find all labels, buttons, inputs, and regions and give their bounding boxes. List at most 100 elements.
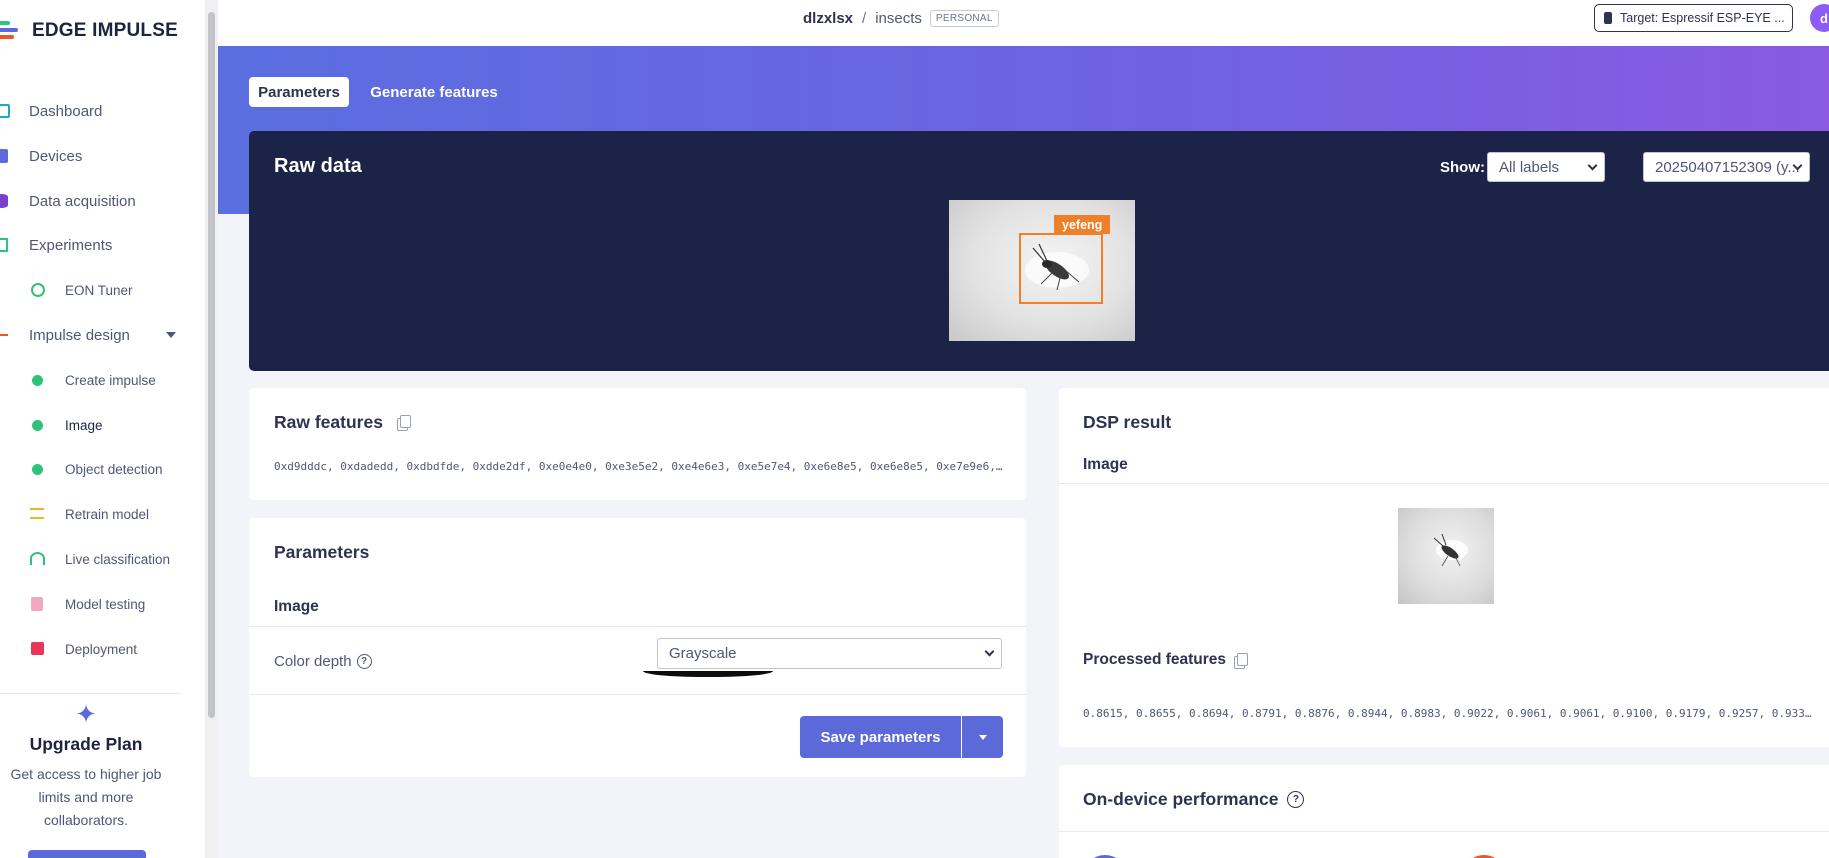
database-icon [0, 194, 8, 208]
sidebar-item-label: Data acquisition [29, 192, 136, 210]
raw-data-title: Raw data [274, 155, 362, 177]
shuffle-icon [30, 508, 44, 519]
breadcrumb-separator: / [862, 10, 867, 27]
dsp-result-title: DSP result [1083, 412, 1172, 432]
clipboard-icon [31, 597, 43, 611]
divider [249, 694, 1026, 695]
sidebar-item-label: Object detection [65, 461, 163, 477]
edge-impulse-logo-icon [0, 19, 24, 43]
device-chip-icon [1604, 12, 1612, 24]
bounding-box-label: yefeng [1054, 215, 1111, 234]
processed-features-title: Processed features [1083, 651, 1227, 668]
brand-name: EDGE IMPULSE [32, 20, 178, 41]
sidebar-item-label: Dashboard [29, 102, 103, 120]
flask-grid-icon [0, 238, 8, 252]
parameters-title: Parameters [274, 542, 370, 562]
top-header: dlzxlsx / insects PERSONAL Target: Espre… [218, 0, 1829, 46]
save-parameters-button[interactable]: Save parameters [800, 716, 961, 758]
scrollbar-thumb[interactable] [208, 12, 215, 718]
help-icon[interactable]: ? [1287, 791, 1305, 808]
sidebar-item-label: Devices [29, 147, 83, 165]
project-type-badge: PERSONAL [929, 10, 999, 27]
color-depth-label: Color depth ? [274, 653, 372, 670]
chip-icon [0, 149, 8, 163]
chevron-down-icon [978, 734, 987, 740]
sidebar-scrollbar[interactable] [205, 0, 218, 858]
sparkle-icon: ✦ [75, 699, 97, 729]
sidebar-item-devices[interactable]: Devices [0, 141, 190, 171]
nodes-icon [30, 552, 45, 565]
upgrade-button[interactable] [28, 850, 146, 858]
project-name-link[interactable]: insects [875, 10, 922, 27]
pulse-icon [0, 334, 8, 336]
on-device-performance-card: On-device performance ? [1059, 765, 1829, 858]
sidebar-item-dashboard[interactable]: Dashboard [0, 96, 190, 126]
avatar[interactable]: d [1810, 4, 1829, 32]
copy-icon[interactable] [397, 415, 411, 431]
parameters-section-title: Image [274, 598, 319, 615]
sidebar-item-impulse-design[interactable]: Impulse design [0, 320, 190, 350]
sample-select[interactable]: 20250407152309 (y... [1643, 152, 1810, 182]
sidebar-item-retrain-model[interactable]: Retrain model [0, 499, 190, 529]
sidebar-item-label: Model testing [65, 596, 146, 612]
tab-parameters[interactable]: Parameters [249, 77, 349, 107]
sidebar-item-label: Impulse design [29, 326, 130, 344]
sample-image: yefeng [949, 200, 1135, 341]
tab-generate-features[interactable]: Generate features [362, 77, 506, 107]
label-filter-select[interactable]: All labels [1487, 152, 1605, 182]
sidebar-item-experiments[interactable]: Experiments [0, 230, 190, 260]
color-depth-value: Grayscale [669, 645, 737, 662]
copy-icon[interactable] [1234, 653, 1248, 669]
sidebar-item-label: Image [65, 417, 103, 433]
insect-image [1433, 533, 1468, 567]
processed-features-values: 0.8615, 0.8655, 0.8694, 0.8791, 0.8876, … [1083, 707, 1812, 720]
sidebar-item-label: Create impulse [65, 372, 156, 388]
chevron-down-icon [1587, 160, 1598, 171]
sidebar-item-eon-tuner[interactable]: EON Tuner [0, 275, 190, 305]
processed-image [1398, 508, 1494, 604]
sidebar-item-label: Retrain model [65, 506, 150, 522]
show-label: Show: [1440, 159, 1485, 176]
compass-icon [31, 283, 45, 297]
breadcrumb: dlzxlsx / insects PERSONAL [803, 10, 999, 27]
chevron-down-icon[interactable] [166, 332, 176, 338]
sidebar-divider [0, 693, 180, 694]
sidebar-item-object-detection[interactable]: Object detection [0, 454, 190, 484]
sidebar-item-label: EON Tuner [65, 282, 133, 298]
divider [249, 626, 1026, 627]
brand-logo[interactable]: EDGE IMPULSE [0, 16, 178, 46]
monitor-icon [0, 104, 10, 118]
upgrade-title: Upgrade Plan [29, 734, 143, 754]
chevron-down-icon [984, 646, 995, 657]
raw-data-panel: Raw data Show: All labels 20250407152309… [249, 131, 1829, 371]
dsp-result-card: DSP result Image Processed features 0.86… [1059, 388, 1829, 747]
sidebar-item-label: Live classification [65, 551, 171, 567]
on-device-performance-title: On-device performance [1083, 789, 1279, 809]
color-depth-select[interactable]: Grayscale [657, 638, 1002, 669]
divider [1059, 483, 1829, 484]
sidebar-item-model-testing[interactable]: Model testing [0, 589, 190, 619]
sidebar-item-live-classification[interactable]: Live classification [0, 544, 190, 574]
sidebar-item-data-acquisition[interactable]: Data acquisition [0, 186, 190, 216]
project-owner-link[interactable]: dlzxlsx [803, 10, 853, 27]
target-device-button[interactable]: Target: Espressif ESP-EYE ... [1594, 4, 1793, 32]
raw-features-values: 0xd9dddc, 0xdadedd, 0xdbdfde, 0xdde2df, … [274, 460, 1003, 473]
bounding-box [1019, 233, 1103, 304]
sidebar-item-label: Experiments [29, 236, 113, 254]
label-filter-value: All labels [1499, 158, 1560, 176]
sidebar-item-create-impulse[interactable]: Create impulse [0, 365, 190, 395]
cube-icon [31, 642, 44, 655]
raw-features-card: Raw features 0xd9dddc, 0xdadedd, 0xdbdfd… [249, 388, 1026, 500]
dot-icon [32, 463, 43, 475]
target-device-label: Target: Espressif ESP-EYE ... [1620, 11, 1785, 25]
sidebar: EDGE IMPULSE Dashboard Devices Data acqu… [0, 0, 205, 858]
sidebar-item-deployment[interactable]: Deployment [0, 634, 190, 664]
sidebar-item-image[interactable]: Image [0, 410, 190, 440]
dot-icon [32, 419, 43, 431]
dot-icon [32, 374, 43, 386]
help-icon[interactable]: ? [356, 654, 372, 669]
upgrade-panel: ✦ Upgrade Plan Get access to higher job … [0, 700, 172, 832]
raw-features-title: Raw features [274, 412, 383, 432]
on-device-performance-header: On-device performance ? [1083, 789, 1305, 810]
save-options-dropdown[interactable] [962, 716, 1003, 758]
